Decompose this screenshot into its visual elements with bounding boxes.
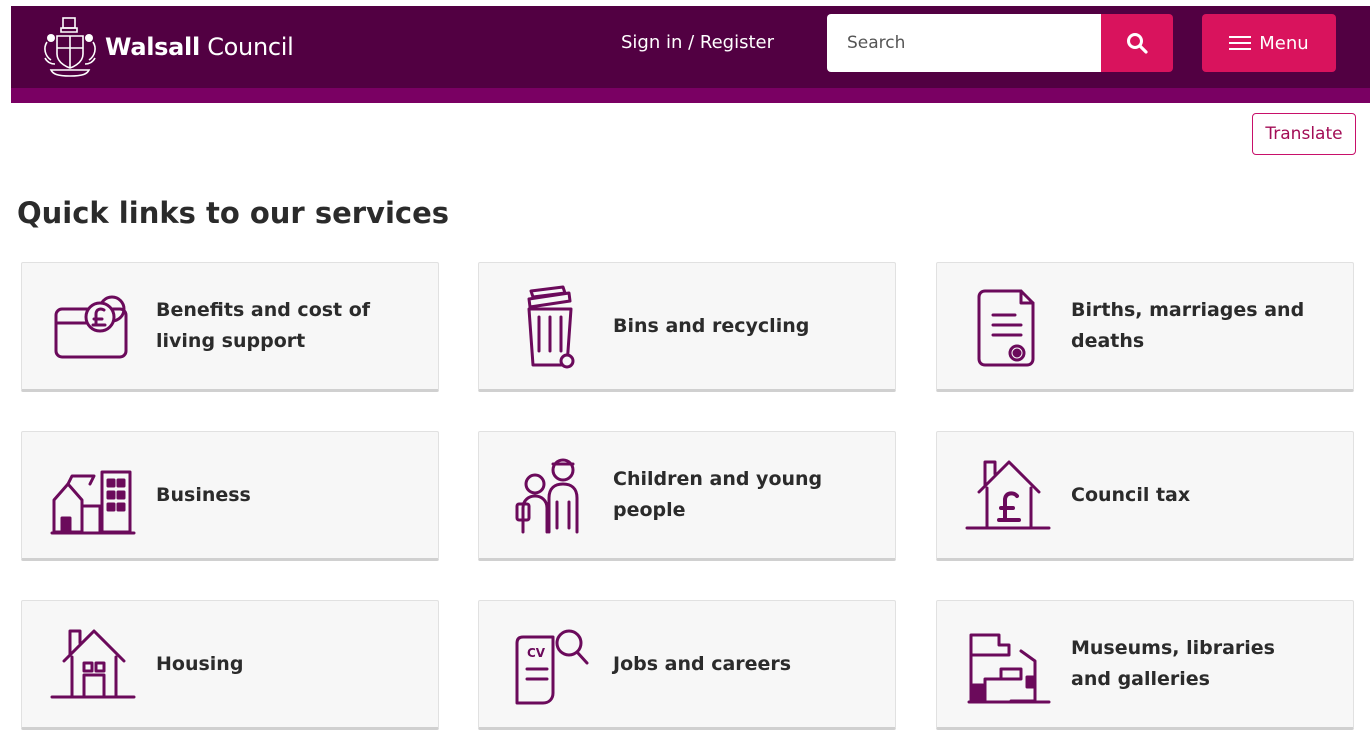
hamburger-icon	[1229, 36, 1252, 50]
service-card-children-young-people[interactable]: Children and young people	[478, 431, 896, 561]
service-label: Births, marriages and deaths	[1071, 299, 1305, 352]
service-label: Benefits and cost of living support	[156, 299, 371, 352]
bin-icon	[505, 281, 595, 371]
service-label: Museums, libraries and galleries	[1071, 637, 1275, 690]
menu-label: Menu	[1259, 32, 1309, 54]
translate-button[interactable]: Translate	[1252, 113, 1356, 155]
page-title: Quick links to our services	[17, 196, 450, 230]
service-card-bins[interactable]: Bins and recycling	[478, 262, 896, 392]
service-label: Business	[156, 483, 251, 506]
house-pound-icon	[963, 450, 1053, 540]
search-icon	[1127, 33, 1148, 54]
council-crest-icon	[44, 17, 96, 77]
service-label: Bins and recycling	[613, 314, 810, 337]
service-label: Council tax	[1071, 483, 1191, 506]
service-card-housing[interactable]: Housing	[21, 600, 439, 730]
service-card-benefits[interactable]: Benefits and cost of living support	[21, 262, 439, 392]
museum-icon	[963, 619, 1053, 709]
service-card-museums-libraries-galleries[interactable]: Museums, libraries and galleries	[936, 600, 1354, 730]
service-card-business[interactable]: Business	[21, 431, 439, 561]
logo-wordmark: Walsall Council	[105, 33, 294, 61]
cv-search-icon: CV	[505, 619, 595, 709]
service-card-jobs-careers[interactable]: CV Jobs and careers	[478, 600, 896, 730]
service-card-council-tax[interactable]: Council tax	[936, 431, 1354, 561]
money-icon	[48, 281, 138, 371]
sign-in-register-link[interactable]: Sign in / Register	[621, 32, 774, 53]
service-label: Housing	[156, 652, 244, 675]
logo-text-bold: Walsall	[105, 33, 200, 61]
business-buildings-icon	[48, 450, 138, 540]
logo-text-regular: Council	[207, 33, 294, 61]
certificate-icon	[963, 281, 1053, 371]
service-label: Jobs and careers	[613, 652, 792, 675]
search-button[interactable]	[1101, 14, 1173, 72]
service-card-births-marriages-deaths[interactable]: Births, marriages and deaths	[936, 262, 1354, 392]
walsall-council-logo[interactable]: Walsall Council	[41, 6, 294, 88]
service-label: Children and young people	[613, 468, 823, 521]
svg-text:CV: CV	[527, 646, 546, 660]
house-icon	[48, 619, 138, 709]
menu-button[interactable]: Menu	[1202, 14, 1336, 72]
children-icon	[505, 450, 595, 540]
header-accent-strip	[11, 88, 1370, 103]
search-input[interactable]	[827, 14, 1101, 72]
